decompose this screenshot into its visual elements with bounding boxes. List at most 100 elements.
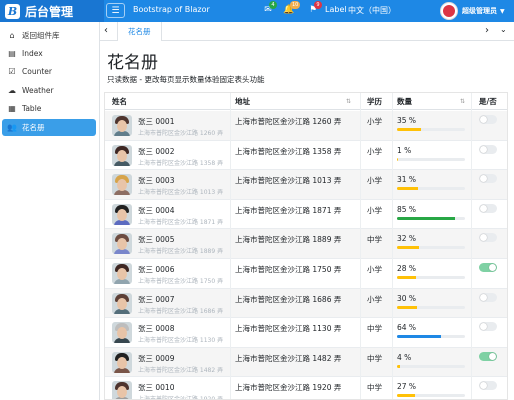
- table-icon: ▦: [8, 104, 16, 113]
- cell-name-subtitle: 上海市普陀区金沙江路 1871 弄: [138, 218, 224, 226]
- column-divider: [392, 93, 393, 399]
- cell-name: 张三 0005: [138, 235, 175, 245]
- table-row[interactable]: 张三 0004 上海市普陀区金沙江路 1871 弄上海市普陀区金沙江路 1871 …: [105, 200, 507, 230]
- yes-no-switch[interactable]: [479, 174, 497, 184]
- progress-bar: [397, 335, 465, 339]
- data-table: 姓名 地址 ⇅ 学历 数量 ⇅ 是/否 张三 0001 上海市普陀区金沙江路 12…: [104, 92, 508, 400]
- app-name: Bootstrap of Blazor: [133, 5, 210, 14]
- avatar: [112, 233, 132, 255]
- page-description: 只读数据 - 更改每页显示数量体验固定表头功能: [107, 75, 265, 84]
- language-selector[interactable]: 中文（中国）: [348, 5, 396, 16]
- table-row[interactable]: 张三 0009 上海市普陀区金沙江路 1482 弄上海市普陀区金沙江路 1482 …: [105, 347, 507, 378]
- sort-icon[interactable]: ⇅: [460, 93, 465, 110]
- mail-icon[interactable]: ✉ 4: [262, 1, 277, 16]
- cell-name-subtitle: 上海市普陀区金沙江路 1482 弄: [138, 366, 224, 374]
- sidebar-item-label: Index: [22, 49, 43, 58]
- yes-no-switch[interactable]: [479, 292, 497, 302]
- column-header-name[interactable]: 姓名: [112, 93, 127, 110]
- cell-count: 32 %: [397, 234, 417, 244]
- cell-name: 张三 0001: [138, 117, 175, 126]
- yes-no-switch[interactable]: [479, 263, 497, 272]
- tab-prev-icon[interactable]: ‹: [104, 25, 108, 36]
- table-row[interactable]: 张三 0001 上海市普陀区金沙江路 1260 弄上海市普陀区金沙江路 1260 …: [105, 111, 507, 141]
- cell-name-subtitle: 上海市普陀区金沙江路 1889 弄: [138, 248, 224, 256]
- sidebar-item-4[interactable]: ▦ Table: [2, 100, 96, 117]
- table-row[interactable]: 张三 0002 上海市普陀区金沙江路 1358 弄上海市普陀区金沙江路 1358 …: [105, 141, 507, 171]
- sidebar-item-5[interactable]: 👥 花名册: [2, 119, 96, 136]
- column-header-address[interactable]: 地址: [235, 93, 250, 110]
- sidebar-item-label: 花名册: [22, 123, 45, 132]
- avatar: [112, 203, 132, 225]
- hamburger-icon: ☰: [111, 5, 120, 16]
- cell-education: 中学: [367, 383, 382, 393]
- page-title: 花名册: [107, 53, 158, 73]
- progress-bar: [397, 187, 465, 191]
- progress-bar: [397, 216, 465, 220]
- cell-name: 张三 0002: [138, 146, 175, 156]
- yes-no-switch[interactable]: [479, 115, 497, 124]
- sidebar-item-2[interactable]: ☑ Counter: [2, 63, 96, 80]
- cell-count: 4 %: [397, 352, 412, 362]
- table-row[interactable]: 张三 0010 上海市普陀区金沙江路 1920 弄上海市普陀区金沙江路 1920 …: [105, 377, 507, 400]
- header-label[interactable]: Label: [325, 5, 347, 14]
- yes-no-switch[interactable]: [479, 203, 497, 213]
- sort-icon[interactable]: ⇅: [346, 93, 351, 110]
- cell-name: 张三 0008: [138, 324, 175, 334]
- yes-no-switch[interactable]: [479, 351, 497, 361]
- tab-active[interactable]: 花名册: [117, 22, 162, 41]
- cell-name-subtitle: 上海市普陀区金沙江路 1920 弄: [138, 396, 224, 400]
- table-row[interactable]: 张三 0008 上海市普陀区金沙江路 1130 弄上海市普陀区金沙江路 1130 …: [105, 318, 507, 348]
- tab-bar: ‹ 花名册 › ⌄: [100, 22, 514, 41]
- users-icon: 👥: [7, 123, 17, 132]
- table-row[interactable]: 张三 0003 上海市普陀区金沙江路 1013 弄上海市普陀区金沙江路 1013 …: [105, 170, 507, 200]
- avatar: [112, 263, 132, 284]
- cell-education: 小学: [367, 294, 382, 304]
- table-row[interactable]: 张三 0006 上海市普陀区金沙江路 1750 弄上海市普陀区金沙江路 1750 …: [105, 259, 507, 289]
- document-icon: ▤: [8, 49, 16, 58]
- home-icon: ⌂: [9, 31, 15, 40]
- brand[interactable]: B 后台管理: [0, 0, 104, 22]
- avatar: [112, 174, 132, 196]
- menu-toggle-button[interactable]: ☰: [106, 3, 125, 18]
- tab-next-icon[interactable]: ›: [485, 25, 489, 36]
- cell-name-subtitle: 上海市普陀区金沙江路 1686 弄: [138, 307, 224, 315]
- cell-address: 上海市普陀区金沙江路 1358 弄: [235, 146, 342, 156]
- cell-count: 30 %: [397, 293, 417, 303]
- cell-address: 上海市普陀区金沙江路 1260 弄: [235, 117, 342, 126]
- table-row[interactable]: 张三 0007 上海市普陀区金沙江路 1686 弄上海市普陀区金沙江路 1686 …: [105, 288, 507, 319]
- sidebar-item-0[interactable]: ⌂ 返回组件库: [2, 27, 96, 44]
- yes-no-switch[interactable]: [479, 144, 497, 154]
- progress-bar: [397, 157, 465, 161]
- bell-icon[interactable]: 🔔 10: [283, 1, 301, 16]
- yes-no-switch[interactable]: [479, 233, 497, 243]
- column-divider: [230, 93, 231, 399]
- user-menu[interactable]: 超级管理员 ▼: [440, 2, 505, 20]
- tab-more-icon[interactable]: ⌄: [500, 25, 507, 34]
- sidebar-item-1[interactable]: ▤ Index: [2, 45, 96, 62]
- column-header-yes-no[interactable]: 是/否: [479, 93, 497, 110]
- progress-bar: [397, 128, 465, 131]
- sidebar-item-label: Counter: [22, 67, 52, 76]
- cell-name-subtitle: 上海市普陀区金沙江路 1130 弄: [138, 337, 224, 345]
- avatar: [112, 322, 132, 344]
- column-divider: [360, 93, 361, 399]
- column-header-education[interactable]: 学历: [367, 93, 382, 110]
- notification-badge: 4: [269, 1, 277, 9]
- yes-no-switch[interactable]: [479, 381, 497, 391]
- checkbox-icon: ☑: [8, 67, 16, 76]
- cell-education: 中学: [367, 324, 382, 334]
- table-header: 姓名 地址 ⇅ 学历 数量 ⇅ 是/否: [105, 93, 507, 110]
- chevron-down-icon: ▼: [500, 7, 505, 15]
- yes-no-switch[interactable]: [479, 322, 497, 332]
- progress-bar: [397, 276, 465, 279]
- notification-badge: 10: [290, 1, 301, 9]
- cell-address: 上海市普陀区金沙江路 1482 弄: [235, 353, 342, 363]
- language-label: 中文（中国）: [348, 6, 396, 15]
- cell-education: 小学: [367, 205, 382, 215]
- flag-icon[interactable]: ⚑ 9: [307, 1, 322, 16]
- cell-name: 张三 0010: [138, 383, 175, 393]
- column-header-count[interactable]: 数量: [397, 93, 412, 110]
- sidebar-item-3[interactable]: ☁ Weather: [2, 82, 96, 99]
- table-row[interactable]: 张三 0005 上海市普陀区金沙江路 1889 弄上海市普陀区金沙江路 1889 …: [105, 229, 507, 259]
- cell-education: 小学: [367, 176, 382, 186]
